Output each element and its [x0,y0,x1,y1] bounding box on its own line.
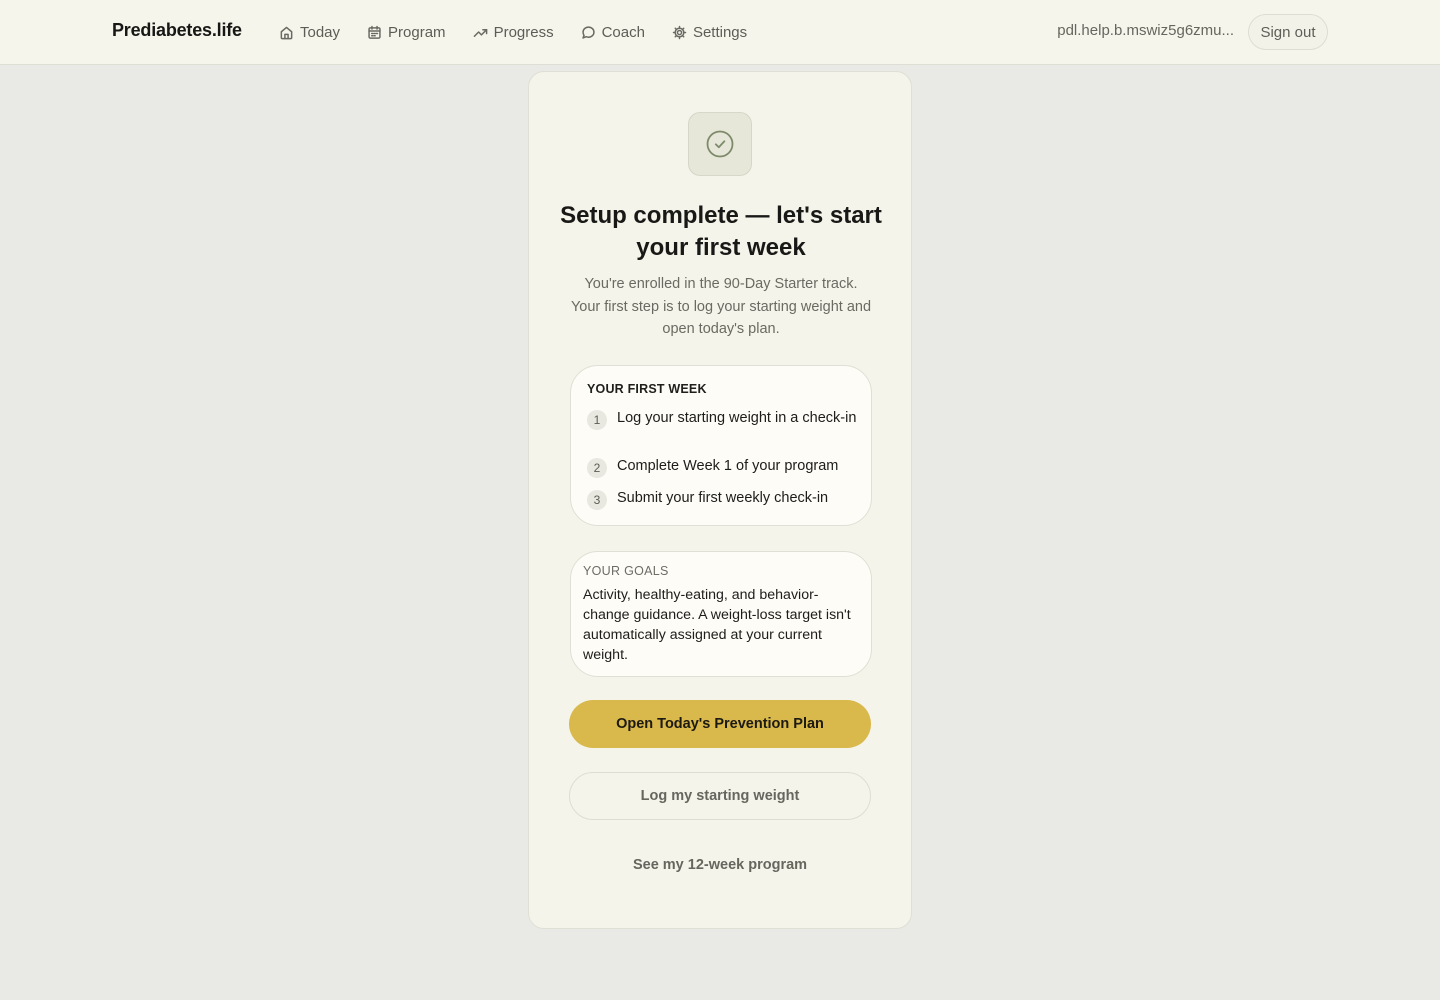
see-program-link[interactable]: See my 12-week program [569,857,871,873]
nav-item-label: Progress [493,23,554,41]
open-prevention-plan-button[interactable]: Open Today's Prevention Plan [569,700,871,748]
chat-bubble-icon [581,25,595,39]
step-text: Submit your first weekly check-in [617,490,829,506]
list-item: 3 Submit your first weekly check-in [587,489,859,510]
step-text: Log your starting weight in a check-in [617,410,857,426]
first-week-panel: YOUR FIRST WEEK 1 Log your starting weig… [570,365,872,526]
nav-item-coach[interactable]: Coach [581,22,645,42]
nav-item-label: Today [300,23,341,41]
step-number: 1 [587,410,607,430]
gear-icon [672,25,687,39]
goals-text: Activity, healthy-eating, and behavior-c… [583,587,851,663]
trending-up-icon [473,28,487,37]
nav-item-label: Coach [601,23,645,41]
nav-item-label: Settings [692,23,748,41]
step-number: 3 [587,490,607,510]
first-week-heading: YOUR FIRST WEEK [587,382,707,396]
step-text: Complete Week 1 of your program [617,458,839,474]
nav-item-program[interactable]: Program [367,22,446,42]
page-subtitle: You're enrolled in the 90-Day Starter tr… [570,276,872,337]
nav-item-label: Program [388,23,446,41]
list-item: 2 Complete Week 1 of your program [587,457,859,478]
step-number: 2 [587,458,607,478]
brand-logo[interactable]: Prediabetes.life [112,20,242,41]
goals-heading: YOUR GOALS [583,564,669,578]
check-circle-icon [706,130,734,158]
nav-item-today[interactable]: Today [279,22,340,42]
sign-out-button[interactable]: Sign out [1248,14,1328,50]
account-email: pdl.help.b.mswiz5g6zmu... [1057,22,1234,39]
nav-item-settings[interactable]: Settings [672,22,747,42]
top-navigation-bar: Prediabetes.life Today Program Progress [0,0,1440,65]
goals-panel: YOUR GOALS Activity, healthy-eating, and… [570,551,872,677]
home-icon [280,26,293,39]
setup-complete-card: Setup complete — let's start your first … [528,71,912,929]
success-badge [688,112,752,176]
calendar-icon [368,25,381,39]
page-title: Setup complete — let's start your first … [560,202,882,261]
nav-item-progress[interactable]: Progress [473,22,554,42]
log-starting-weight-button[interactable]: Log my starting weight [569,772,871,820]
main-nav: Today Program Progress Coach Settings [279,22,774,42]
list-item: 1 Log your starting weight in a check-in [587,409,859,430]
